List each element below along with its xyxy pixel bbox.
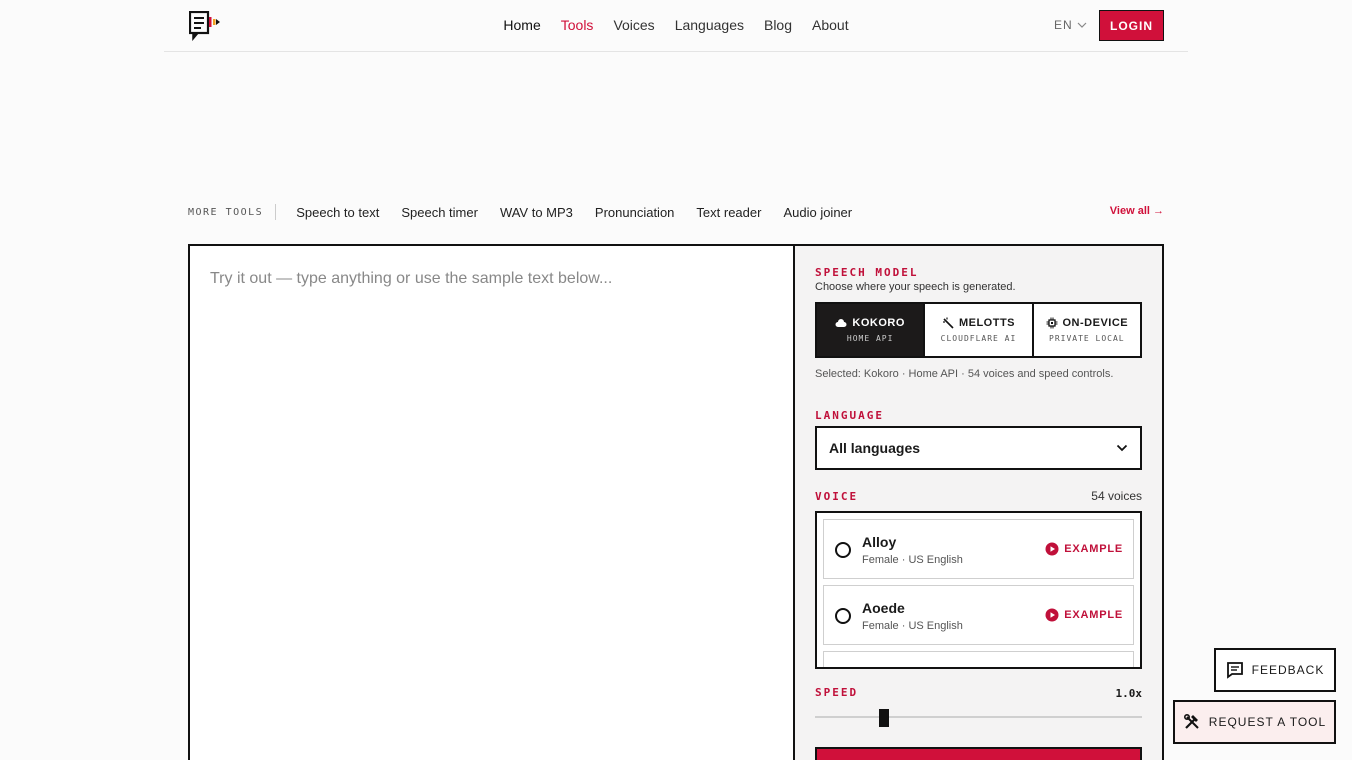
request-tool-button[interactable]: REQUEST A TOOL xyxy=(1173,700,1336,744)
request-tool-label: REQUEST A TOOL xyxy=(1208,715,1327,729)
voice-list[interactable]: Alloy Female · US English EXAMPLE Aoede … xyxy=(815,511,1142,669)
tool-link-wav-to-mp3[interactable]: WAV to MP3 xyxy=(500,205,573,220)
nav-blog[interactable]: Blog xyxy=(764,17,792,33)
voice-card-aoede[interactable]: Aoede Female · US English EXAMPLE xyxy=(823,585,1134,645)
more-tools-bar: MORE TOOLS Speech to text Speech timer W… xyxy=(188,200,1164,224)
nav-home[interactable]: Home xyxy=(503,17,540,33)
nav-voices[interactable]: Voices xyxy=(613,17,654,33)
play-circle-icon xyxy=(1045,608,1059,622)
speed-slider-thumb[interactable] xyxy=(879,709,889,727)
voice-card-partial[interactable] xyxy=(823,651,1134,667)
language-label: LANGUAGE xyxy=(815,409,884,422)
tools-icon xyxy=(1183,713,1199,729)
speed-slider-track[interactable] xyxy=(815,716,1142,718)
nav-languages[interactable]: Languages xyxy=(675,17,744,33)
speed-value: 1.0x xyxy=(1115,687,1143,700)
example-button[interactable]: EXAMPLE xyxy=(1045,542,1123,556)
tool-link-text-reader[interactable]: Text reader xyxy=(696,205,761,220)
text-editor[interactable]: Try it out — type anything or use the sa… xyxy=(188,244,795,760)
voice-label: VOICE xyxy=(815,490,859,503)
chevron-down-icon xyxy=(1116,444,1128,452)
view-all-link[interactable]: View all → xyxy=(1110,205,1164,217)
tool-link-audio-joiner[interactable]: Audio joiner xyxy=(783,205,852,220)
chevron-down-icon xyxy=(1077,22,1087,28)
tool-link-speech-to-text[interactable]: Speech to text xyxy=(296,205,379,220)
feedback-label: FEEDBACK xyxy=(1251,663,1325,677)
selected-model-note: Selected: Kokoro · Home API · 54 voices … xyxy=(815,368,1114,380)
main-nav: Home Tools Voices Languages Blog About xyxy=(164,17,1188,33)
model-option-tag: CLOUDFLARE AI xyxy=(940,334,1017,343)
voice-name: Alloy xyxy=(862,534,897,550)
language-switcher[interactable]: EN xyxy=(1054,18,1087,32)
feedback-button[interactable]: FEEDBACK xyxy=(1214,648,1336,692)
model-option-on-device[interactable]: ON-DEVICE PRIVATE LOCAL xyxy=(1034,304,1140,356)
text-input-placeholder[interactable]: Try it out — type anything or use the sa… xyxy=(210,270,612,288)
settings-panel: SPEECH MODEL Choose where your speech is… xyxy=(793,244,1164,760)
voice-card-alloy[interactable]: Alloy Female · US English EXAMPLE xyxy=(823,519,1134,579)
model-option-tag: HOME API xyxy=(846,334,894,343)
example-label: EXAMPLE xyxy=(1064,609,1123,621)
model-option-name: MELOTTS xyxy=(958,317,1016,329)
nav-about[interactable]: About xyxy=(812,17,849,33)
speech-model-label: SPEECH MODEL xyxy=(815,266,919,279)
voice-name: Aoede xyxy=(862,600,905,616)
language-select-value: All languages xyxy=(829,440,921,456)
model-option-tag: PRIVATE LOCAL xyxy=(1049,334,1125,343)
language-switcher-label: EN xyxy=(1054,18,1073,32)
language-select[interactable]: All languages xyxy=(815,426,1142,470)
chip-icon xyxy=(1046,317,1057,329)
play-circle-icon xyxy=(1045,542,1059,556)
model-option-name: ON-DEVICE xyxy=(1062,317,1129,329)
chat-icon xyxy=(1226,662,1243,679)
speech-model-subtitle: Choose where your speech is generated. xyxy=(815,281,1016,293)
login-button[interactable]: LOGIN xyxy=(1099,10,1164,41)
tool-link-pronunciation[interactable]: Pronunciation xyxy=(595,205,675,220)
voice-count: 54 voices xyxy=(1091,489,1142,503)
model-option-kokoro[interactable]: KOKORO HOME API xyxy=(817,304,926,356)
voice-radio[interactable] xyxy=(835,542,851,558)
speed-label: SPEED xyxy=(815,686,859,699)
site-header: Home Tools Voices Languages Blog About E… xyxy=(164,0,1188,52)
model-option-name: KOKORO xyxy=(852,317,905,329)
tool-link-speech-timer[interactable]: Speech timer xyxy=(401,205,478,220)
example-button[interactable]: EXAMPLE xyxy=(1045,608,1123,622)
voice-meta: Female · US English xyxy=(862,620,963,632)
cloud-icon xyxy=(835,318,847,327)
model-option-melotts[interactable]: MELOTTS CLOUDFLARE AI xyxy=(925,304,1034,356)
example-label: EXAMPLE xyxy=(1064,543,1123,555)
generate-button[interactable] xyxy=(815,747,1142,760)
nav-tools[interactable]: Tools xyxy=(561,17,594,33)
more-tools-label: MORE TOOLS xyxy=(188,204,277,220)
voice-meta: Female · US English xyxy=(862,554,963,566)
voice-radio[interactable] xyxy=(835,608,851,624)
magic-wand-icon xyxy=(942,317,954,329)
speech-model-selector: KOKORO HOME API MELOTTS CLOUDFLARE AI ON… xyxy=(815,302,1142,358)
more-tools-links: Speech to text Speech timer WAV to MP3 P… xyxy=(296,205,852,220)
